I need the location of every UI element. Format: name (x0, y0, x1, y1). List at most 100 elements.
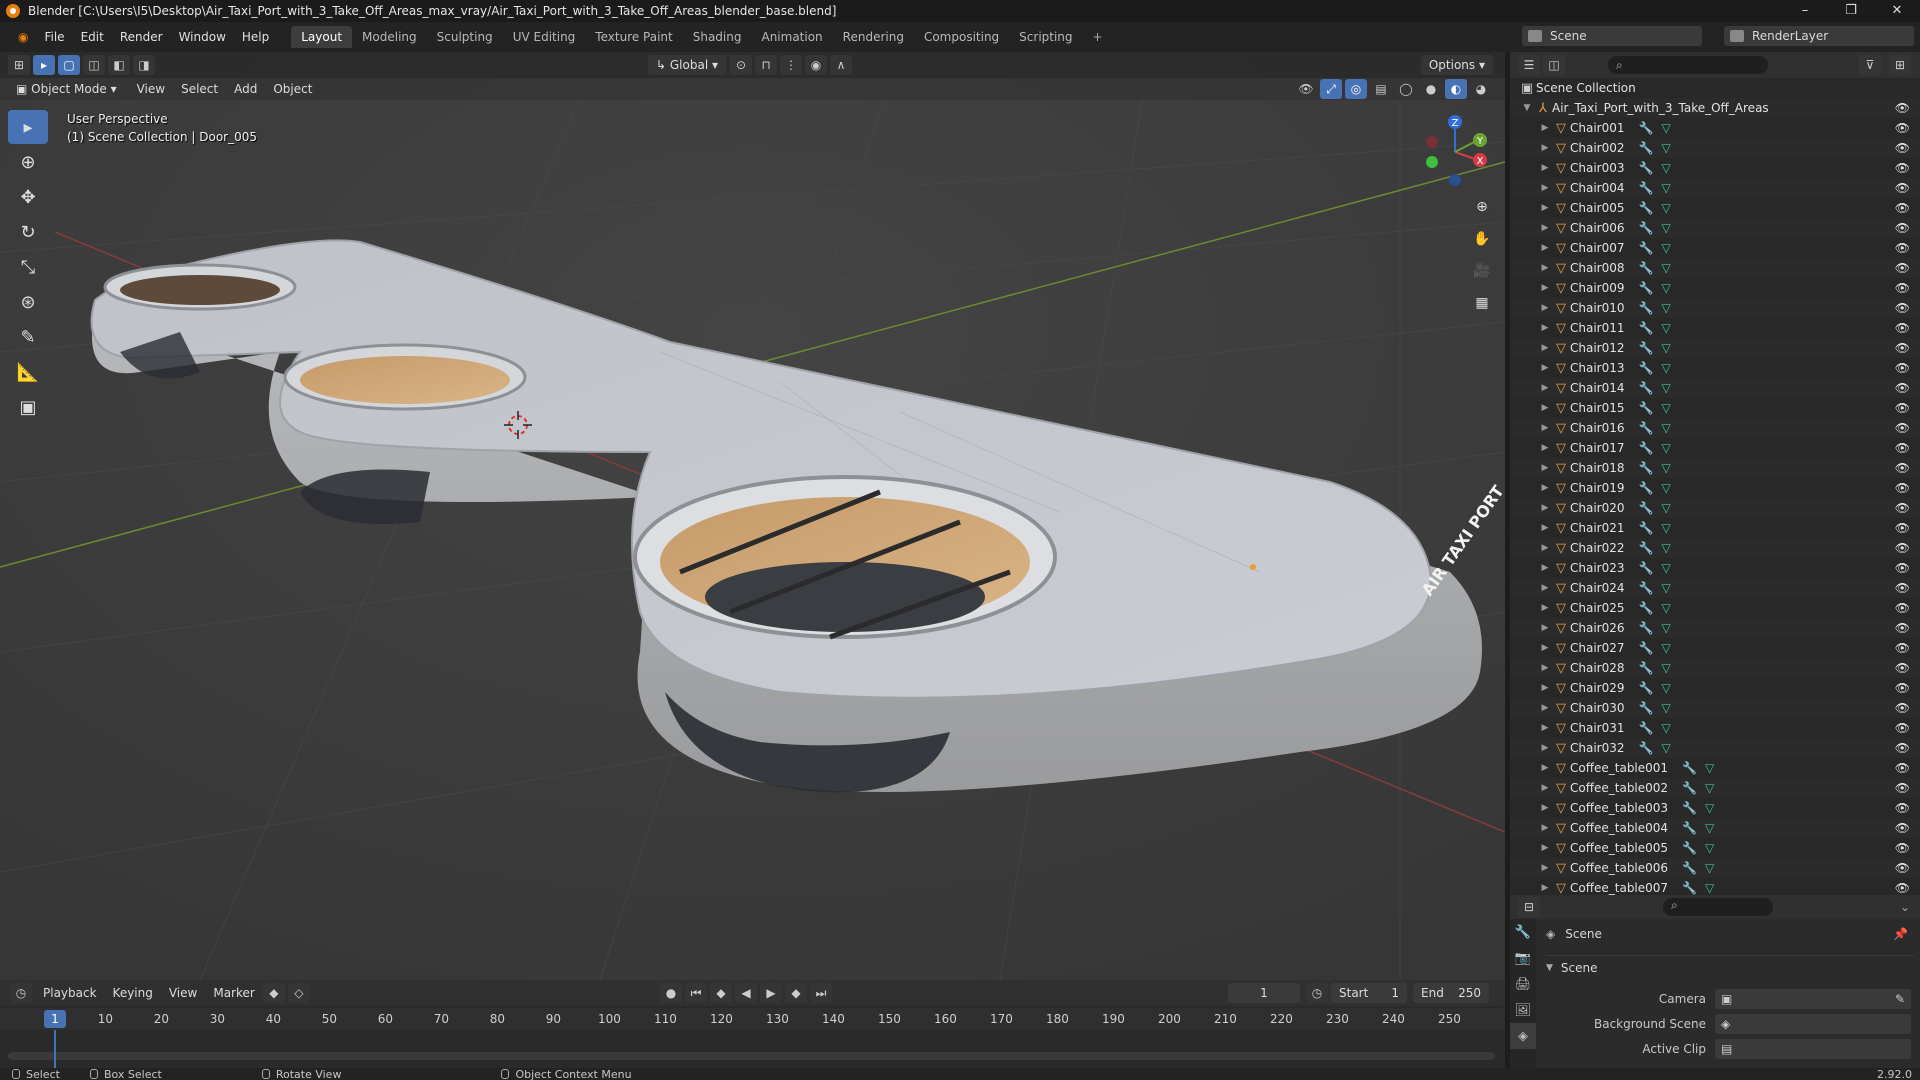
outliner-item-object[interactable]: ▶ ▽ Chair017 🔧 ▽ 👁 (1510, 438, 1920, 458)
expand-arrow-icon[interactable]: ▶ (1538, 743, 1552, 753)
rotate-tool-icon[interactable]: ↻ (8, 215, 48, 249)
visibility-eye-icon[interactable]: 👁 (1895, 301, 1910, 315)
snap-target-icon[interactable]: ⋮ (780, 55, 802, 75)
outliner-item-object[interactable]: ▶ ▽ Chair007 🔧 ▽ 👁 (1510, 238, 1920, 258)
expand-arrow-icon[interactable]: ▶ (1538, 683, 1552, 693)
timeline-editor-type-icon[interactable]: ◷ (10, 983, 32, 1003)
visibility-eye-icon[interactable]: 👁 (1895, 741, 1910, 755)
shading-material-icon[interactable]: ◐ (1445, 79, 1467, 99)
maximize-button[interactable]: ❐ (1828, 0, 1874, 22)
visibility-eye-icon[interactable]: 👁 (1895, 281, 1910, 295)
mesh-data-icon[interactable]: ▽ (1661, 301, 1670, 315)
expand-arrow-icon[interactable]: ▶ (1538, 803, 1552, 813)
expand-arrow-icon[interactable]: ▶ (1538, 763, 1552, 773)
measure-tool-icon[interactable]: 📐 (8, 355, 48, 389)
mesh-data-icon[interactable]: ▽ (1705, 761, 1714, 775)
menu-marker[interactable]: Marker (205, 983, 262, 1003)
mesh-data-icon[interactable]: ▽ (1661, 701, 1670, 715)
xray-icon[interactable]: ▤ (1370, 79, 1392, 99)
visibility-eye-icon[interactable]: 👁 (1895, 681, 1910, 695)
blender-menu-icon[interactable]: ◉ (10, 22, 36, 52)
add-workspace-button[interactable]: + (1083, 26, 1113, 48)
expand-arrow-icon[interactable]: ▶ (1538, 263, 1552, 273)
outliner-item-object[interactable]: ▶ ▽ Coffee_table002 🔧 ▽ 👁 (1510, 778, 1920, 798)
expand-arrow-icon[interactable]: ▶ (1538, 503, 1552, 513)
select-mode-subtract-icon[interactable]: ◧ (108, 55, 130, 75)
transform-orientation-dropdown[interactable]: ↳ Global ▾ (648, 55, 726, 75)
expand-arrow-icon[interactable]: ▶ (1538, 403, 1552, 413)
menu-window[interactable]: Window (171, 22, 234, 52)
move-tool-icon[interactable]: ✥ (8, 180, 48, 214)
modifier-wrench-icon[interactable]: 🔧 (1639, 181, 1654, 195)
select-mode-new-icon[interactable]: ▢ (58, 55, 80, 75)
tab-compositing[interactable]: Compositing (914, 26, 1009, 48)
add-cube-tool-icon[interactable]: ▣ (8, 390, 48, 424)
mesh-data-icon[interactable]: ▽ (1705, 881, 1714, 895)
jump-end-icon[interactable]: ⏭ (810, 983, 832, 1003)
outliner-item-object[interactable]: ▶ ▽ Chair026 🔧 ▽ 👁 (1510, 618, 1920, 638)
expand-arrow-icon[interactable]: ▶ (1538, 303, 1552, 313)
select-box-tool-icon[interactable]: ▸ (8, 110, 48, 144)
scene-selector[interactable]: Scene (1522, 26, 1702, 46)
modifier-wrench-icon[interactable]: 🔧 (1639, 461, 1654, 475)
mesh-data-icon[interactable]: ▽ (1661, 621, 1670, 635)
modifier-wrench-icon[interactable]: 🔧 (1682, 861, 1697, 875)
outliner-item-object[interactable]: ▶ ▽ Chair010 🔧 ▽ 👁 (1510, 298, 1920, 318)
keyframe-delete-icon[interactable]: ◇ (287, 983, 310, 1003)
menu-keying[interactable]: Keying (105, 983, 161, 1003)
ortho-grid-icon[interactable]: ▦ (1470, 291, 1494, 315)
modifier-wrench-icon[interactable]: 🔧 (1682, 801, 1697, 815)
scene-panel-header[interactable]: ▼ Scene (1546, 961, 1598, 975)
visibility-eye-icon[interactable]: 👁 (1895, 701, 1910, 715)
shading-wireframe-icon[interactable]: ◯ (1395, 79, 1417, 99)
next-keyframe-icon[interactable]: ◆ (785, 983, 807, 1003)
visibility-eye-icon[interactable]: 👁 (1895, 381, 1910, 395)
modifier-wrench-icon[interactable]: 🔧 (1639, 381, 1654, 395)
mesh-data-icon[interactable]: ▽ (1705, 861, 1714, 875)
mesh-data-icon[interactable]: ▽ (1661, 401, 1670, 415)
mesh-data-icon[interactable]: ▽ (1661, 441, 1670, 455)
modifier-wrench-icon[interactable]: 🔧 (1639, 201, 1654, 215)
preview-range-icon[interactable]: ◷ (1306, 983, 1328, 1003)
outliner-item-object[interactable]: ▶ ▽ Chair005 🔧 ▽ 👁 (1510, 198, 1920, 218)
outliner-search-input[interactable]: ⌕ (1608, 56, 1768, 74)
visibility-eye-icon[interactable]: 👁 (1895, 321, 1910, 335)
mesh-data-icon[interactable]: ▽ (1661, 541, 1670, 555)
visibility-eye-icon[interactable]: 👁 (1895, 161, 1910, 175)
expand-arrow-icon[interactable]: ▶ (1538, 463, 1552, 473)
play-reverse-icon[interactable]: ◀ (735, 983, 757, 1003)
expand-arrow-icon[interactable]: ▶ (1538, 363, 1552, 373)
modifier-wrench-icon[interactable]: 🔧 (1639, 661, 1654, 675)
visibility-eye-icon[interactable]: 👁 (1895, 421, 1910, 435)
mesh-data-icon[interactable]: ▽ (1661, 381, 1670, 395)
tab-sculpting[interactable]: Sculpting (427, 26, 503, 48)
modifier-wrench-icon[interactable]: 🔧 (1639, 301, 1654, 315)
outliner-item-object[interactable]: ▶ ▽ Chair014 🔧 ▽ 👁 (1510, 378, 1920, 398)
timeline-ruler[interactable]: 1 10 20 30 40 50 60 70 80 90 100 110 120 130 140 150 16… (0, 1008, 1505, 1030)
visibility-eye-icon[interactable]: 👁 (1895, 801, 1910, 815)
expand-arrow-icon[interactable]: ▶ (1538, 523, 1552, 533)
visibility-eye-icon[interactable]: 👁 (1895, 721, 1910, 735)
expand-arrow-icon[interactable]: ▶ (1538, 123, 1552, 133)
select-tool-icon[interactable]: ▸ (33, 55, 55, 75)
gizmo-neg-x-icon[interactable] (1426, 136, 1438, 148)
menu-render[interactable]: Render (112, 22, 171, 52)
expand-arrow-icon[interactable]: ▶ (1538, 723, 1552, 733)
outliner-item-scene-collection[interactable]: ▣ Scene Collection (1510, 78, 1920, 98)
pin-icon[interactable]: 📌 (1893, 927, 1908, 941)
expand-arrow-icon[interactable]: ▶ (1538, 283, 1552, 293)
tab-modeling[interactable]: Modeling (352, 26, 427, 48)
modifier-wrench-icon[interactable]: 🔧 (1639, 281, 1654, 295)
modifier-wrench-icon[interactable]: 🔧 (1639, 421, 1654, 435)
view-layer-selector[interactable]: RenderLayer (1724, 26, 1914, 46)
visibility-eye-icon[interactable]: 👁 (1895, 521, 1910, 535)
outliner-item-object[interactable]: ▶ ▽ Chair002 🔧 ▽ 👁 (1510, 138, 1920, 158)
outliner-item-object[interactable]: ▶ ▽ Chair001 🔧 ▽ 👁 (1510, 118, 1920, 138)
expand-arrow-icon[interactable]: ▶ (1538, 423, 1552, 433)
outliner-item-object[interactable]: ▶ ▽ Chair011 🔧 ▽ 👁 (1510, 318, 1920, 338)
mesh-data-icon[interactable]: ▽ (1705, 821, 1714, 835)
mesh-data-icon[interactable]: ▽ (1661, 201, 1670, 215)
outliner-item-object[interactable]: ▶ ▽ Chair003 🔧 ▽ 👁 (1510, 158, 1920, 178)
mesh-data-icon[interactable]: ▽ (1661, 661, 1670, 675)
outliner-item-object[interactable]: ▶ ▽ Coffee_table003 🔧 ▽ 👁 (1510, 798, 1920, 818)
